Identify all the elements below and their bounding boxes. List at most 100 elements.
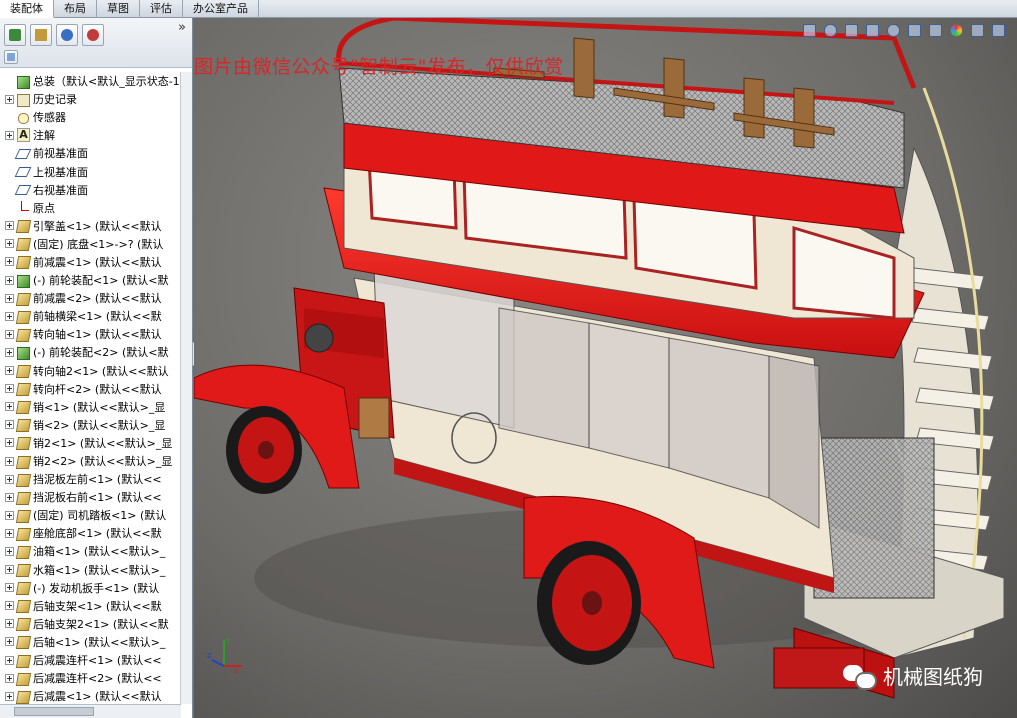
tree-item[interactable]: 油箱<1> (默认<<默认>_	[0, 542, 181, 560]
scene-icon[interactable]	[968, 21, 986, 39]
expand-toggle-icon[interactable]	[5, 239, 14, 249]
tree-item[interactable]: 水箱<1> (默认<<默认>_	[0, 561, 181, 579]
tree-item[interactable]: 销<2> (默认<<默认>_显	[0, 416, 181, 434]
expand-toggle-icon[interactable]	[5, 94, 14, 104]
appearance-icon[interactable]	[947, 21, 965, 39]
tree-item[interactable]: 转向轴<1> (默认<<默认	[0, 325, 181, 343]
section-view-icon[interactable]	[863, 21, 881, 39]
feature-manager-tab-icon[interactable]	[4, 24, 26, 46]
expand-toggle-icon[interactable]	[5, 402, 14, 412]
tab-4[interactable]: 办公室产品	[183, 0, 259, 18]
annot-icon	[16, 127, 30, 142]
tree-item[interactable]: 转向杆<2> (默认<<默认	[0, 380, 181, 398]
zoom-fit-icon[interactable]	[800, 21, 818, 39]
expand-toggle-icon[interactable]	[5, 456, 14, 466]
tab-3[interactable]: 评估	[140, 0, 183, 18]
expand-toggle-icon[interactable]	[5, 293, 14, 303]
expand-toggle-icon[interactable]	[5, 221, 14, 231]
expand-toggle-icon[interactable]	[5, 691, 14, 701]
expand-toggle-icon[interactable]	[5, 565, 14, 575]
expand-toggle-icon[interactable]	[5, 366, 14, 376]
expand-toggle-icon[interactable]	[5, 275, 14, 285]
tree-item[interactable]: 前轴横梁<1> (默认<<默	[0, 307, 181, 325]
tree-vertical-scrollbar[interactable]	[180, 72, 192, 704]
expand-toggle-icon[interactable]	[5, 347, 14, 357]
expand-toggle-icon[interactable]	[5, 420, 14, 430]
tree-item[interactable]: 前减震<1> (默认<<默认	[0, 253, 181, 271]
graphics-viewport[interactable]: 图片由微信公众号"智制云"发布，仅供欣赏 机械图纸狗 Z Y X	[194, 18, 1017, 718]
tree-item[interactable]: (-) 前轮装配<2> (默认<默	[0, 343, 181, 361]
expand-toggle-icon[interactable]	[5, 438, 14, 448]
view-settings-icon[interactable]	[989, 21, 1007, 39]
expand-toggle-icon[interactable]	[5, 257, 14, 267]
expand-toggle-icon[interactable]	[5, 510, 14, 520]
tree-item[interactable]: 后轴支架2<1> (默认<<默	[0, 615, 181, 633]
scrollbar-thumb[interactable]	[14, 707, 94, 716]
expand-toggle-icon[interactable]	[5, 492, 14, 502]
tree-item[interactable]: 挡泥板左前<1> (默认<<	[0, 470, 181, 488]
tree-item[interactable]: (-) 发动机扳手<1> (默认	[0, 579, 181, 597]
expand-toggle-icon[interactable]	[5, 311, 14, 321]
expand-toggle-icon[interactable]	[5, 474, 14, 484]
tree-item[interactable]: 前减震<2> (默认<<默认	[0, 289, 181, 307]
tree-item[interactable]: (-) 前轮装配<1> (默认<默	[0, 271, 181, 289]
tree-item[interactable]: 注解	[0, 126, 181, 144]
tree-item[interactable]: 前视基准面	[0, 144, 181, 162]
part-icon	[16, 617, 30, 630]
tree-item[interactable]: 转向轴2<1> (默认<<默认	[0, 362, 181, 380]
expand-toggle-icon[interactable]	[5, 130, 14, 140]
display-style-icon[interactable]	[905, 21, 923, 39]
tree-item[interactable]: 原点	[0, 199, 181, 217]
tab-1[interactable]: 布局	[54, 0, 97, 18]
panel-expand-arrow[interactable]: »	[178, 20, 186, 35]
tree-item[interactable]: 后轴支架<1> (默认<<默	[0, 597, 181, 615]
expand-toggle-icon[interactable]	[5, 637, 14, 647]
tree-item[interactable]: (固定) 底盘<1>->? (默认	[0, 235, 181, 253]
tree-item[interactable]: 后减震连杆<1> (默认<<	[0, 651, 181, 669]
tree-item[interactable]: 后减震连杆<2> (默认<<	[0, 669, 181, 687]
expand-toggle-icon[interactable]	[5, 583, 14, 593]
tree-item[interactable]: 历史记录	[0, 90, 181, 108]
tree-item[interactable]: 右视基准面	[0, 181, 181, 199]
part-icon	[16, 509, 30, 522]
zoom-area-icon[interactable]	[821, 21, 839, 39]
tree-item[interactable]: 销<1> (默认<<默认>_显	[0, 398, 181, 416]
tree-item-label: (-) 前轮装配<2> (默认<默	[33, 346, 169, 360]
property-manager-tab-icon[interactable]	[30, 24, 52, 46]
expand-toggle-icon[interactable]	[5, 601, 14, 611]
tree-item-label: 挡泥板左前<1> (默认<<	[33, 473, 162, 487]
part-icon	[16, 581, 30, 594]
expand-toggle-icon[interactable]	[5, 528, 14, 538]
part-icon	[16, 400, 30, 413]
tree-item[interactable]: 销2<1> (默认<<默认>_显	[0, 434, 181, 452]
tree-item-label: 前减震<2> (默认<<默认	[33, 292, 162, 306]
part-icon	[16, 328, 30, 341]
tree-item[interactable]: 上视基准面	[0, 162, 181, 180]
expand-toggle-icon[interactable]	[5, 655, 14, 665]
tree-item[interactable]: 销2<2> (默认<<默认>_显	[0, 452, 181, 470]
tab-2[interactable]: 草图	[97, 0, 140, 18]
expand-toggle-icon[interactable]	[5, 384, 14, 394]
expand-toggle-icon[interactable]	[5, 329, 14, 339]
previous-view-icon[interactable]	[842, 21, 860, 39]
tree-item[interactable]: 后轴<1> (默认<<默认>_	[0, 633, 181, 651]
filter-icon[interactable]	[4, 50, 18, 64]
tree-horizontal-scrollbar[interactable]	[0, 704, 181, 718]
tree-item[interactable]: 传感器	[0, 108, 181, 126]
tree-item[interactable]: 总装（默认<默认_显示状态-1	[0, 72, 181, 90]
bus-3d-model[interactable]	[194, 18, 1017, 718]
display-manager-tab-icon[interactable]	[82, 24, 104, 46]
tree-item[interactable]: 后减震<1> (默认<<默认	[0, 687, 181, 704]
tree-item[interactable]: 座舱底部<1> (默认<<默	[0, 524, 181, 542]
part-icon	[16, 545, 30, 558]
tree-item[interactable]: 引擎盖<1> (默认<<默认	[0, 217, 181, 235]
tree-item[interactable]: 挡泥板右前<1> (默认<<	[0, 488, 181, 506]
tree-item[interactable]: (固定) 司机踏板<1> (默认	[0, 506, 181, 524]
expand-toggle-icon[interactable]	[5, 546, 14, 556]
expand-toggle-icon[interactable]	[5, 619, 14, 629]
configuration-manager-tab-icon[interactable]	[56, 24, 78, 46]
tab-0[interactable]: 装配体	[0, 0, 54, 18]
expand-toggle-icon[interactable]	[5, 673, 14, 683]
hide-show-icon[interactable]	[926, 21, 944, 39]
view-orientation-icon[interactable]	[884, 21, 902, 39]
